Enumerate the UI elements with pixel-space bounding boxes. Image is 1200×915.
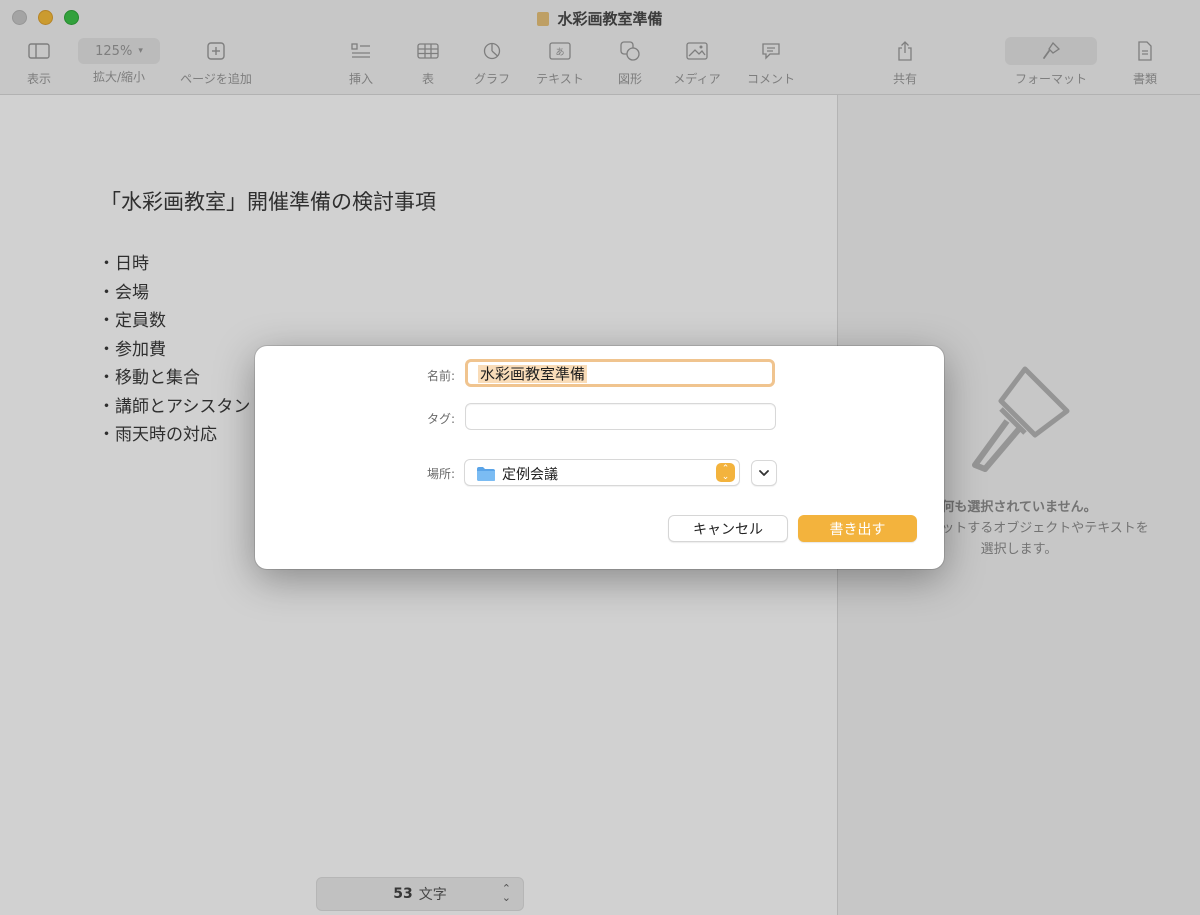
location-value: 定例会議 (502, 467, 558, 483)
name-label: 名前: (426, 369, 455, 383)
tags-label: タグ: (426, 412, 455, 426)
popup-stepper-icon: ⌃ ⌄ (716, 463, 735, 482)
pages-window: 水彩画教室準備 表示 125% ▾ 拡大/縮小 ページを追加 挿入 表 グラフ … (0, 0, 1200, 915)
location-popup[interactable]: 定例会議 ⌃ ⌄ (464, 459, 740, 486)
export-dialog: 名前: 水彩画教室準備 タグ: 場所: 定例会議 ⌃ ⌄ キャンセル 書き出す (255, 346, 944, 569)
location-label: 場所: (426, 467, 455, 481)
tags-field[interactable] (465, 403, 776, 430)
expand-browser-button[interactable] (751, 460, 777, 486)
cancel-button[interactable]: キャンセル (668, 515, 788, 542)
export-button[interactable]: 書き出す (798, 515, 917, 542)
folder-icon (477, 467, 495, 481)
file-name-value: 水彩画教室準備 (478, 365, 588, 383)
file-name-field[interactable]: 水彩画教室準備 (465, 359, 775, 387)
chevron-down-icon (759, 469, 769, 476)
